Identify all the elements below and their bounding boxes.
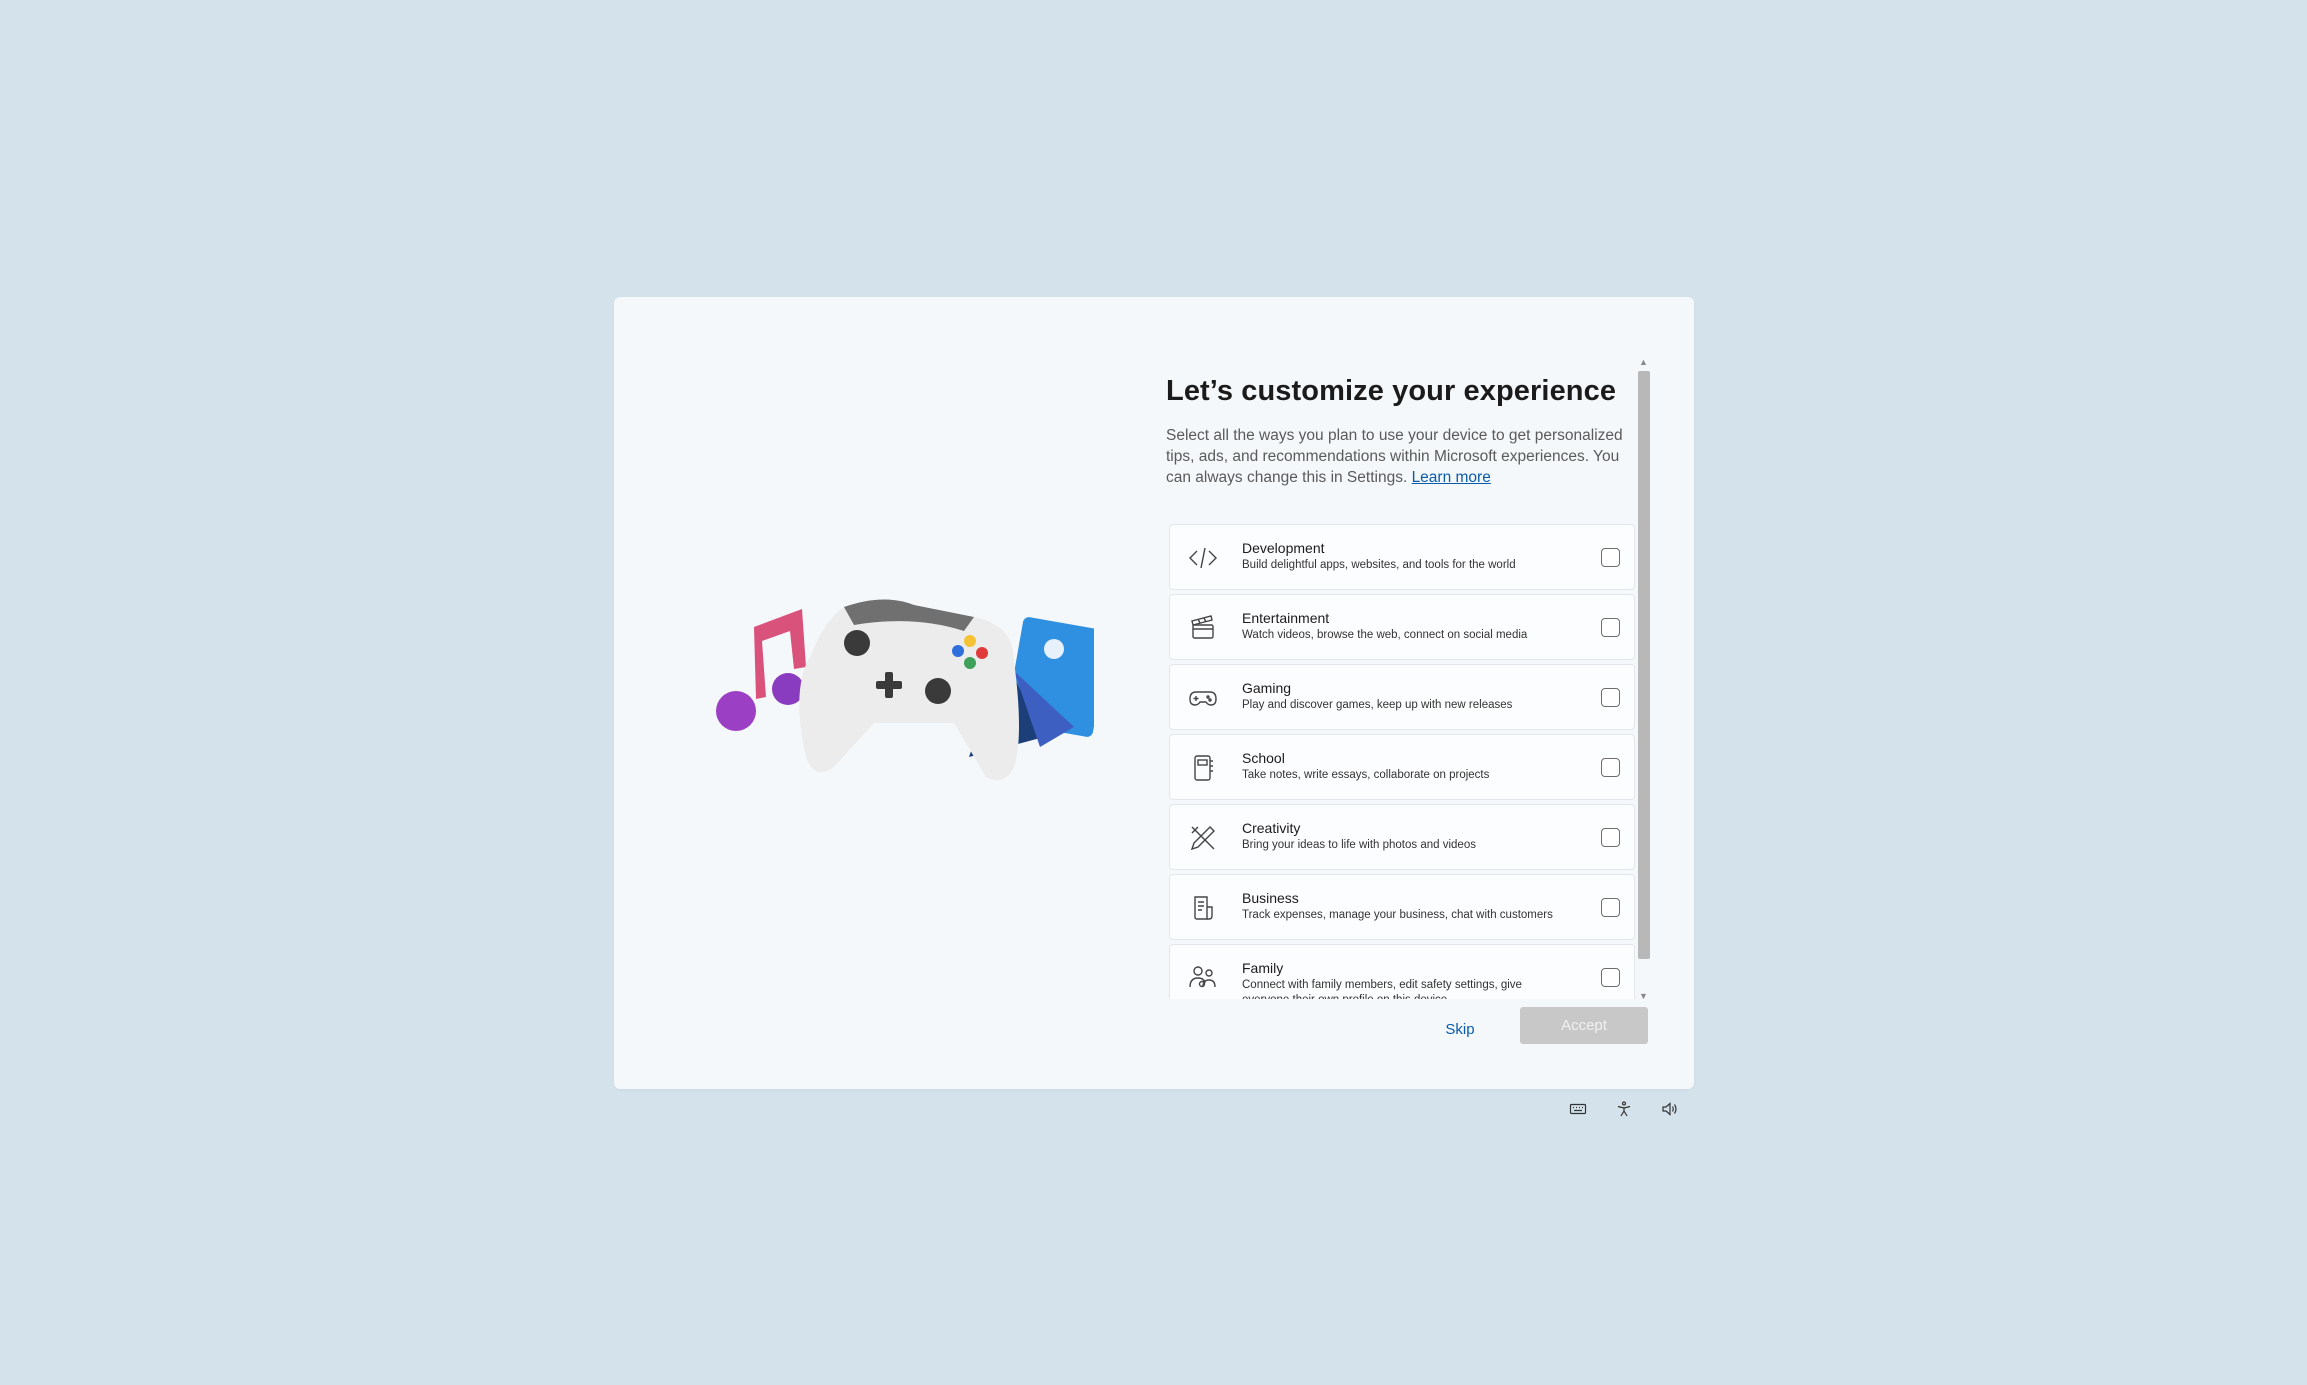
people-icon — [1188, 963, 1218, 993]
option-description: Play and discover games, keep up with ne… — [1242, 699, 1513, 711]
business-checkbox[interactable] — [1601, 898, 1620, 917]
gamepad-icon — [1188, 683, 1218, 713]
content-pane: Let’s customize your experience Select a… — [1166, 357, 1648, 999]
pen-ruler-icon — [1188, 823, 1218, 853]
option-label: Gaming — [1242, 680, 1292, 696]
option-description: Bring your ideas to life with photos and… — [1242, 839, 1476, 851]
notebook-icon — [1188, 753, 1218, 783]
option-school[interactable]: School Take notes, write essays, collabo… — [1169, 734, 1635, 800]
option-development[interactable]: Development Build delightful apps, websi… — [1169, 524, 1635, 590]
option-label: School — [1242, 750, 1285, 766]
description-text: Select all the ways you plan to use your… — [1166, 427, 1623, 486]
option-entertainment[interactable]: Entertainment Watch videos, browse the w… — [1169, 594, 1635, 660]
music-note-icon — [716, 609, 806, 731]
option-creativity[interactable]: Creativity Bring your ideas to life with… — [1169, 804, 1635, 870]
clapperboard-icon — [1188, 613, 1218, 643]
option-description: Build delightful apps, websites, and too… — [1242, 559, 1516, 571]
development-checkbox[interactable] — [1601, 548, 1620, 567]
hero-illustration — [716, 599, 1094, 781]
family-checkbox[interactable] — [1601, 968, 1620, 987]
option-description: Take notes, write essays, collaborate on… — [1242, 769, 1490, 781]
option-family[interactable]: Family Connect with family members, edit… — [1169, 944, 1635, 999]
code-icon — [1188, 543, 1218, 573]
scroll-down-icon[interactable]: ▼ — [1638, 991, 1649, 1002]
page-description: Select all the ways you plan to use your… — [1166, 425, 1644, 488]
school-checkbox[interactable] — [1601, 758, 1620, 777]
page-title: Let’s customize your experience — [1166, 375, 1617, 407]
option-description: Track expenses, manage your business, ch… — [1242, 909, 1553, 921]
accept-button[interactable]: Accept — [1520, 1007, 1648, 1044]
volume-icon[interactable] — [1660, 1100, 1678, 1122]
option-label: Entertainment — [1242, 610, 1330, 626]
option-description: Connect with family members, edit safety… — [1242, 979, 1522, 999]
receipt-icon — [1188, 893, 1218, 923]
learn-more-link[interactable]: Learn more — [1412, 469, 1491, 486]
option-label: Business — [1242, 890, 1299, 906]
skip-button[interactable]: Skip — [1420, 1013, 1500, 1047]
creativity-checkbox[interactable] — [1601, 828, 1620, 847]
option-list: Development Build delightful apps, websi… — [1169, 524, 1635, 999]
keyboard-icon[interactable] — [1569, 1100, 1587, 1122]
option-gaming[interactable]: Gaming Play and discover games, keep up … — [1169, 664, 1635, 730]
game-controller-icon — [799, 599, 1019, 781]
option-description: Watch videos, browse the web, connect on… — [1242, 629, 1528, 641]
option-label: Development — [1242, 540, 1325, 556]
option-label: Family — [1242, 960, 1284, 976]
gaming-checkbox[interactable] — [1601, 688, 1620, 707]
scrollbar-thumb[interactable] — [1638, 371, 1650, 959]
scroll-up-icon[interactable]: ▲ — [1638, 357, 1649, 368]
accessibility-icon[interactable] — [1615, 1100, 1633, 1122]
option-label: Creativity — [1242, 820, 1301, 836]
vertical-scrollbar[interactable]: ▲ ▼ — [1636, 357, 1651, 1002]
option-business[interactable]: Business Track expenses, manage your bus… — [1169, 874, 1635, 940]
entertainment-checkbox[interactable] — [1601, 618, 1620, 637]
oobe-dialog: Let’s customize your experience Select a… — [614, 297, 1694, 1089]
